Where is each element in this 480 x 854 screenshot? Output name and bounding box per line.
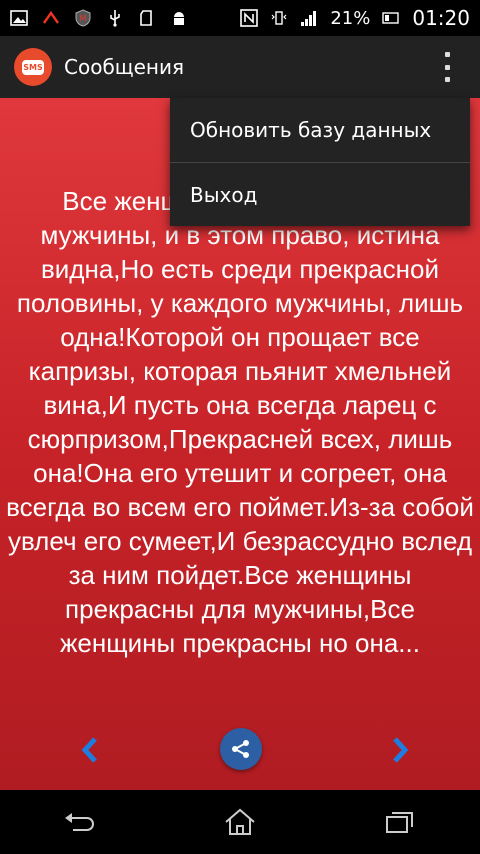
overflow-dot-icon: [444, 64, 450, 70]
signal-icon: [301, 11, 317, 26]
status-bar: M 21% 01:20: [0, 0, 480, 36]
chevron-right-icon: [393, 737, 409, 763]
upload-notification-icon: [43, 10, 59, 24]
battery-percentage: 21%: [330, 7, 371, 29]
sd-card-icon: [140, 10, 152, 26]
message-text: Все женщины прекрасны для мужчины, и в э…: [6, 186, 474, 658]
nfc-icon: [240, 9, 259, 27]
android-debug-icon: [174, 12, 184, 25]
app-icon[interactable]: SMS: [14, 48, 52, 86]
sms-bubble-icon: SMS: [22, 59, 44, 75]
overflow-dropdown-menu: Обновить базу данных Выход: [170, 98, 470, 226]
image-notification-icon: [10, 10, 28, 26]
previous-message-button[interactable]: [70, 730, 110, 770]
security-app-icon: M: [75, 9, 91, 27]
share-button[interactable]: [220, 728, 262, 770]
next-message-button[interactable]: [380, 730, 420, 770]
back-button[interactable]: [55, 802, 105, 842]
overflow-menu-button[interactable]: [442, 52, 452, 82]
system-status: 21% 01:20: [240, 6, 470, 30]
vibrate-icon: [271, 11, 287, 25]
overflow-dot-icon: [444, 77, 450, 82]
share-icon: [232, 740, 249, 758]
recent-apps-button[interactable]: [375, 802, 425, 842]
battery-icon: [382, 12, 400, 24]
usb-icon: [110, 10, 120, 27]
svg-text:M: M: [80, 14, 87, 23]
app-title: Сообщения: [64, 55, 185, 79]
chevron-left-icon: [81, 737, 97, 763]
recent-apps-icon: [386, 812, 413, 833]
back-icon: [65, 813, 94, 831]
menu-item-update-database[interactable]: Обновить базу данных: [170, 98, 470, 162]
home-icon: [225, 808, 255, 835]
navigation-bar: [0, 790, 480, 854]
menu-item-exit[interactable]: Выход: [170, 163, 470, 227]
action-bar: SMS Сообщения: [0, 36, 480, 98]
home-button[interactable]: [215, 802, 265, 842]
notification-icons: M: [10, 9, 188, 27]
clock: 01:20: [412, 6, 470, 30]
overflow-dot-icon: [444, 52, 450, 57]
